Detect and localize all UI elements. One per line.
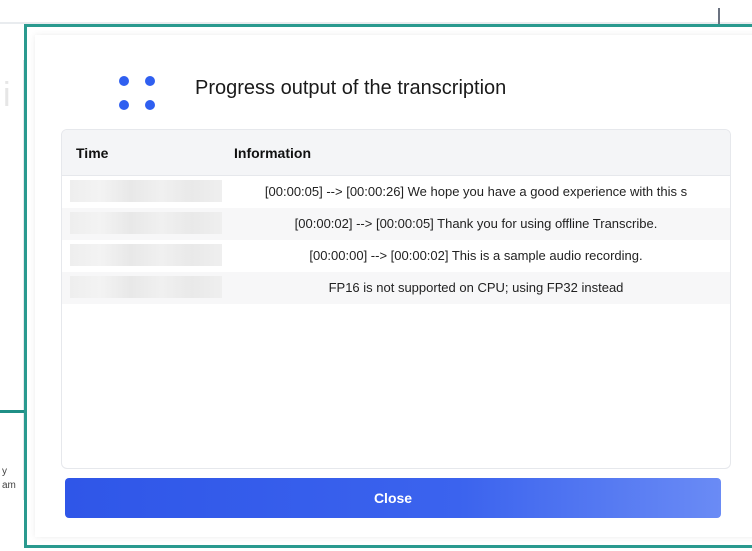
table-row: [00:00:05] --> [00:00:26] We hope you ha… xyxy=(62,176,730,208)
background-left-accent xyxy=(0,410,24,413)
info-cell: [00:00:05] --> [00:00:26] We hope you ha… xyxy=(264,184,688,199)
column-header-information: Information xyxy=(234,145,311,161)
table-rows: [00:00:05] --> [00:00:26] We hope you ha… xyxy=(62,176,730,304)
time-cell-redacted xyxy=(70,180,222,202)
info-cell: [00:00:00] --> [00:00:02] This is a samp… xyxy=(309,248,643,263)
transcription-progress-dialog: Progress output of the transcription Tim… xyxy=(24,24,752,548)
background-left-pane xyxy=(0,60,24,500)
background-side-text: am xyxy=(2,480,16,491)
progress-table: Time Information [00:00:05] --> [00:00:2… xyxy=(61,129,731,469)
dialog-header: Progress output of the transcription xyxy=(35,35,752,135)
column-header-time: Time xyxy=(76,145,109,161)
background-side-text: y xyxy=(2,466,7,477)
dialog-title: Progress output of the transcription xyxy=(195,77,507,99)
info-cell: [00:00:02] --> [00:00:05] Thank you for … xyxy=(294,216,658,231)
close-button[interactable]: Close xyxy=(65,478,721,518)
time-cell-redacted xyxy=(70,244,222,266)
progress-dots-icon xyxy=(113,70,159,116)
table-row: [00:00:02] --> [00:00:05] Thank you for … xyxy=(62,208,730,240)
dialog-body: Progress output of the transcription Tim… xyxy=(35,35,752,537)
time-cell-redacted xyxy=(70,212,222,234)
table-header: Time Information xyxy=(62,130,730,176)
time-cell-redacted xyxy=(70,276,222,298)
table-row: [00:00:00] --> [00:00:02] This is a samp… xyxy=(62,240,730,272)
info-cell: FP16 is not supported on CPU; using FP32… xyxy=(328,280,624,295)
table-row: FP16 is not supported on CPU; using FP32… xyxy=(62,272,730,304)
background-letter: i xyxy=(3,76,11,114)
